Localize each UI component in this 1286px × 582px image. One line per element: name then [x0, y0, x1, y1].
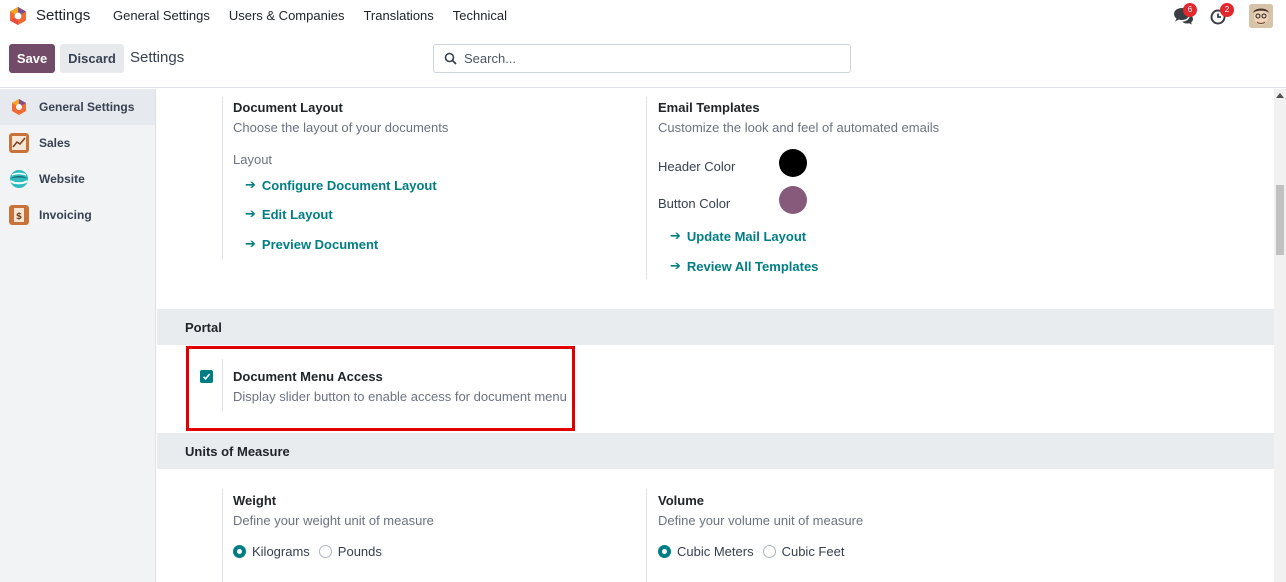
top-navbar: Settings General Settings Users & Compan…	[0, 0, 1286, 32]
setting-title: Document Layout	[233, 100, 343, 115]
sidebar-item-website[interactable]: Website	[0, 161, 155, 197]
save-button[interactable]: Save	[9, 44, 55, 73]
radio-label: Cubic Meters	[677, 544, 754, 559]
setting-description: Customize the look and feel of automated…	[658, 120, 940, 135]
activities-count-badge: 2	[1220, 3, 1234, 17]
menu-general-settings[interactable]: General Settings	[113, 8, 210, 23]
arrow-right-icon: ➔	[670, 258, 681, 273]
menu-translations[interactable]: Translations	[363, 8, 433, 23]
radio-label: Kilograms	[252, 544, 310, 559]
scrollbar[interactable]	[1274, 89, 1286, 582]
radio-cubic-meters[interactable]	[658, 545, 671, 558]
weight-setting: Weight Define your weight unit of measur…	[233, 493, 613, 528]
arrow-right-icon: ➔	[670, 228, 681, 243]
button-color-label: Button Color	[658, 196, 731, 211]
button-color-swatch[interactable]	[779, 186, 807, 214]
section-header-portal: Portal	[157, 309, 1274, 345]
radio-pounds[interactable]	[318, 545, 332, 558]
setting-description: Choose the layout of your documents	[233, 120, 449, 135]
sidebar-item-sales[interactable]: Sales	[0, 125, 155, 161]
control-panel: Save Discard Settings	[0, 32, 1286, 88]
radio-cubic-feet[interactable]	[762, 545, 776, 558]
settings-content: Document Layout Choose the layout of you…	[157, 89, 1274, 582]
sales-chart-icon	[9, 133, 29, 153]
top-menu: General Settings Users & Companies Trans…	[113, 8, 526, 23]
svg-text:$: $	[16, 212, 22, 222]
header-color-label: Header Color	[658, 159, 736, 174]
search-icon	[444, 52, 457, 65]
header-color-swatch[interactable]	[779, 149, 807, 177]
highlight-box	[186, 346, 575, 431]
configure-document-layout-link[interactable]: ➔ Configure Document Layout	[245, 177, 437, 193]
setting-description: Define your volume unit of measure	[658, 513, 864, 528]
app-name[interactable]: Settings	[36, 7, 90, 24]
page-title: Settings	[130, 49, 185, 66]
arrow-right-icon: ➔	[245, 206, 256, 221]
arrow-right-icon: ➔	[245, 177, 256, 192]
setting-title: Weight	[233, 493, 277, 508]
search-bar[interactable]	[433, 44, 851, 73]
weight-radio-group: Kilograms Pounds	[233, 544, 391, 559]
search-input[interactable]	[464, 51, 844, 66]
radio-label: Cubic Feet	[781, 544, 845, 559]
settings-sidebar: General Settings Sales Website $ Invoici…	[0, 89, 156, 582]
section-header-units-of-measure: Units of Measure	[157, 433, 1274, 469]
setting-description: Define your weight unit of measure	[233, 513, 434, 528]
divider	[646, 489, 647, 582]
sidebar-item-label: Invoicing	[39, 208, 92, 222]
odoo-apps-icon[interactable]	[9, 6, 27, 26]
activities-clock-icon[interactable]: 2	[1209, 3, 1234, 26]
divider	[222, 97, 223, 259]
setting-title: Email Templates	[658, 100, 760, 115]
divider	[646, 97, 647, 279]
link-label: Configure Document Layout	[261, 177, 437, 193]
edit-layout-link[interactable]: ➔ Edit Layout	[245, 206, 333, 222]
odoo-logo-icon	[12, 99, 26, 115]
email-templates-setting: Email Templates Customize the look and f…	[658, 100, 1058, 135]
divider	[222, 489, 223, 582]
scrollbar-thumb[interactable]	[1276, 185, 1284, 255]
website-globe-icon	[9, 170, 29, 188]
scroll-up-arrow-icon[interactable]	[1276, 93, 1284, 98]
volume-setting: Volume Define your volume unit of measur…	[658, 493, 1038, 528]
layout-label: Layout	[233, 152, 273, 167]
invoicing-icon: $	[9, 205, 29, 225]
arrow-right-icon: ➔	[245, 236, 256, 251]
sidebar-item-invoicing[interactable]: $ Invoicing	[0, 197, 155, 233]
volume-radio-group: Cubic Meters Cubic Feet	[658, 544, 853, 559]
discard-button[interactable]: Discard	[60, 44, 124, 73]
radio-label: Pounds	[337, 544, 382, 559]
link-label: Edit Layout	[261, 206, 333, 222]
messages-icon[interactable]: 6	[1172, 3, 1197, 26]
review-all-templates-link[interactable]: ➔ Review All Templates	[670, 258, 818, 274]
link-label: Update Mail Layout	[686, 228, 807, 244]
sidebar-item-label: Website	[39, 172, 85, 186]
preview-document-link[interactable]: ➔ Preview Document	[245, 236, 378, 252]
setting-title: Volume	[658, 493, 704, 508]
menu-users-companies[interactable]: Users & Companies	[229, 8, 345, 23]
sidebar-item-label: General Settings	[39, 100, 135, 114]
radio-kilograms[interactable]	[233, 545, 246, 558]
link-label: Preview Document	[261, 236, 379, 252]
menu-technical[interactable]: Technical	[453, 8, 507, 23]
sidebar-item-label: Sales	[39, 136, 71, 150]
messages-count-badge: 6	[1183, 3, 1197, 17]
user-avatar[interactable]	[1249, 4, 1273, 28]
document-layout-setting: Document Layout Choose the layout of you…	[233, 100, 613, 135]
link-label: Review All Templates	[686, 258, 819, 274]
sidebar-item-general-settings[interactable]: General Settings	[0, 89, 155, 125]
update-mail-layout-link[interactable]: ➔ Update Mail Layout	[670, 228, 806, 244]
